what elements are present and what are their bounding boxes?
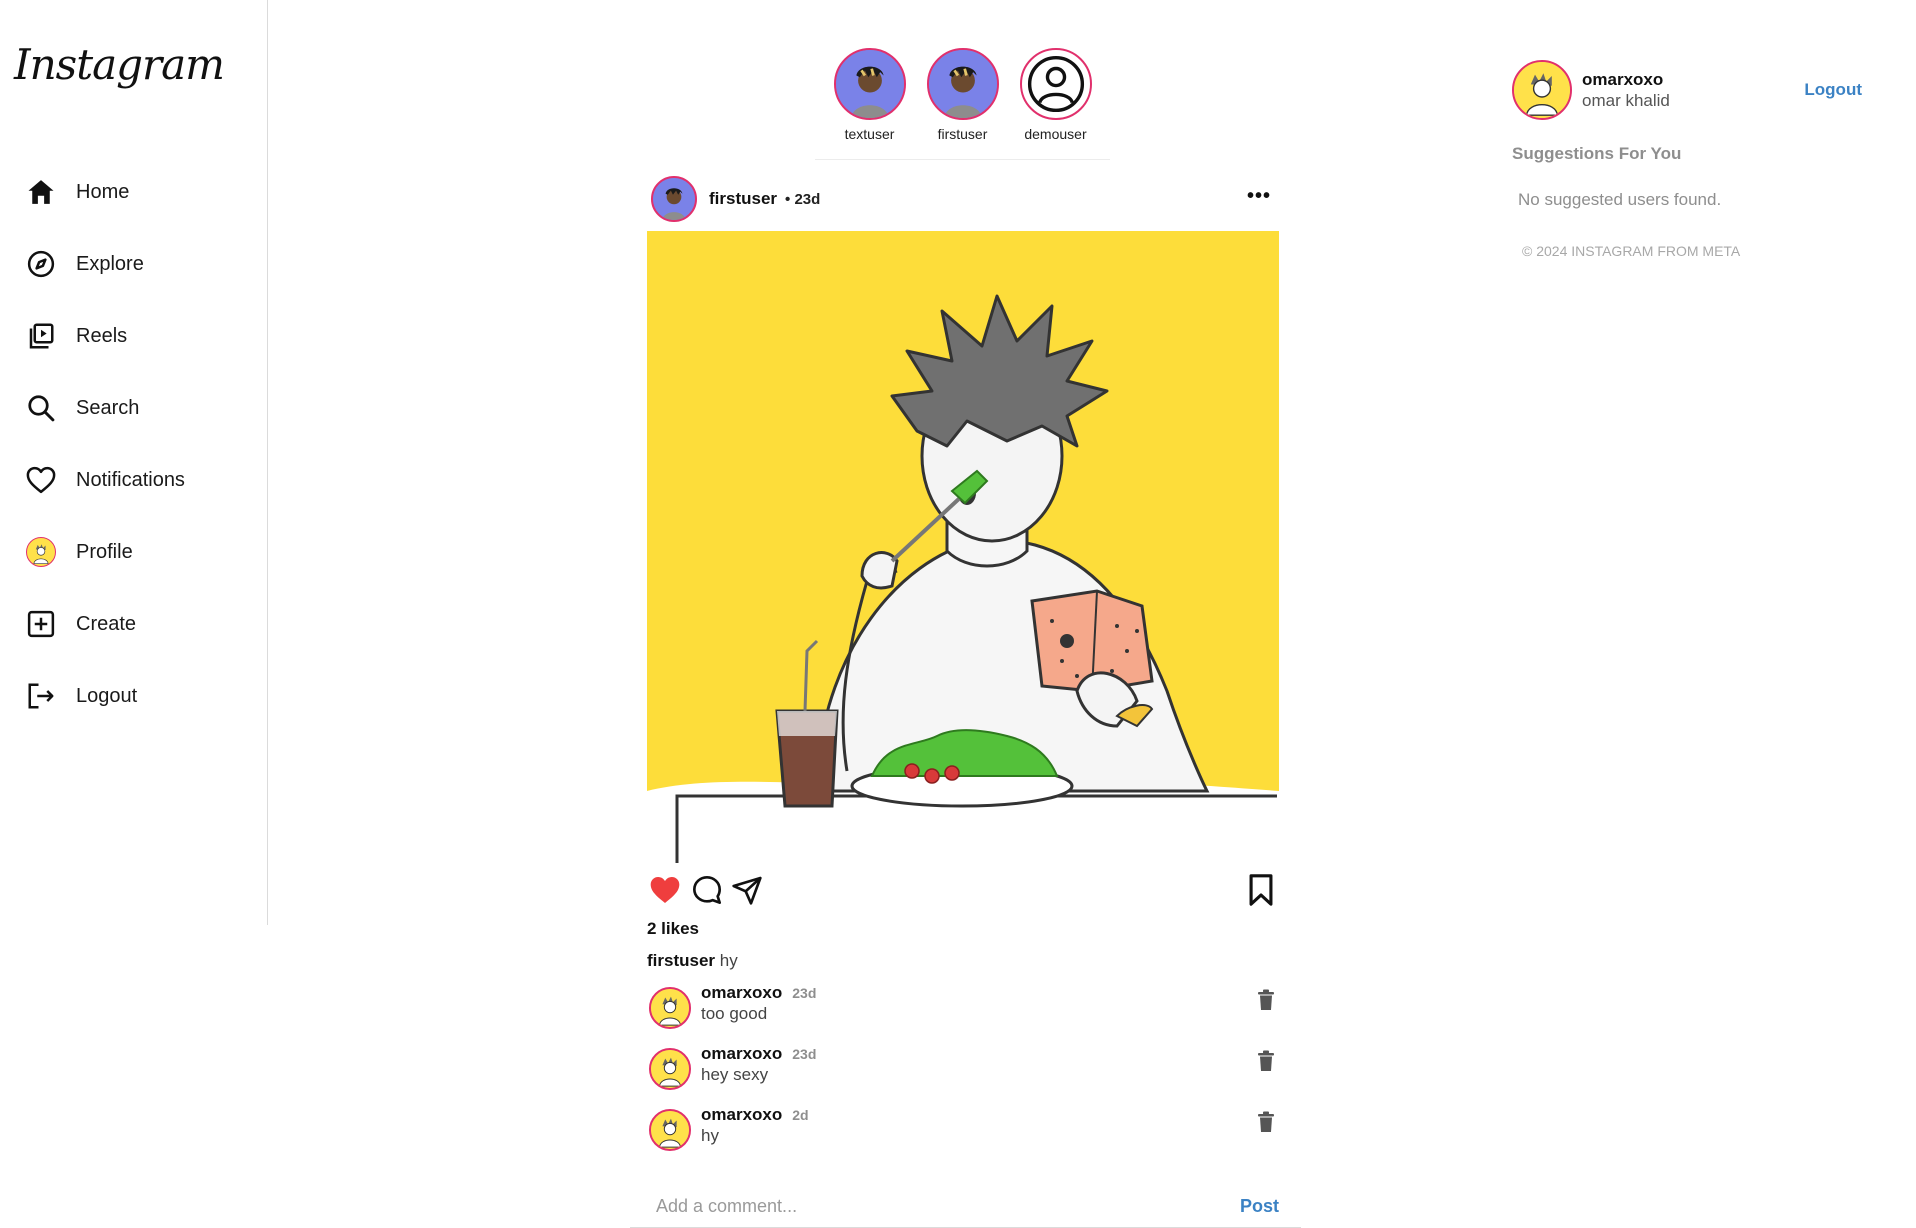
sidebar-item-label: Search [76, 396, 140, 419]
compass-icon [26, 249, 56, 279]
likes-count[interactable]: 2 likes [647, 919, 699, 939]
story-avatar [1019, 48, 1092, 120]
story-avatar [926, 48, 999, 120]
current-user-avatar[interactable] [1512, 60, 1572, 120]
story-item[interactable]: firstuser [923, 48, 1003, 159]
delete-comment-trash-icon[interactable] [1257, 1050, 1277, 1072]
comment-time: 23d [792, 985, 817, 1001]
sidebar-item-logout[interactable]: Logout [0, 660, 268, 732]
sidebar-item-search[interactable]: Search [0, 372, 268, 444]
sidebar-item-label: Notifications [76, 468, 185, 491]
share-send-icon[interactable] [729, 872, 765, 908]
plus-square-icon [26, 609, 56, 639]
comment-text: hey sexy [701, 1065, 769, 1084]
story-username: firstuser [937, 126, 988, 142]
sidebar-item-label: Home [76, 180, 130, 203]
bookmark-icon[interactable] [1243, 872, 1279, 908]
post-caption: firstuser hy [647, 951, 738, 971]
comment-item: omarxoxo 23d hey sexy [649, 1044, 1279, 1105]
post-author-username[interactable]: firstuser [709, 189, 777, 209]
sidebar-item-reels[interactable]: Reels [0, 300, 268, 372]
home-icon [26, 177, 56, 207]
logout-link[interactable]: Logout [1804, 80, 1862, 100]
footer-copyright: © 2024 INSTAGRAM FROM META [1522, 243, 1741, 259]
sidebar-item-label: Logout [76, 684, 138, 707]
sidebar-item-create[interactable]: Create [0, 588, 268, 660]
comment-username[interactable]: omarxoxo [701, 983, 782, 1003]
comments-list: omarxoxo 23d too good omarxoxo 23d hey s… [649, 983, 1279, 1166]
sidebar-item-notifications[interactable]: Notifications [0, 444, 268, 516]
sidebar-item-label: Reels [76, 324, 128, 347]
current-user-username[interactable]: omarxoxo [1582, 70, 1670, 90]
story-avatar [833, 48, 906, 120]
post-comment-button[interactable]: Post [1240, 1196, 1279, 1217]
comment-avatar[interactable] [649, 1048, 691, 1090]
post-author-avatar[interactable] [651, 176, 697, 222]
avatar [26, 537, 56, 567]
comment-input[interactable] [656, 1196, 1240, 1217]
delete-comment-trash-icon[interactable] [1257, 1111, 1277, 1133]
post-timestamp: • 23d [785, 190, 821, 208]
user-placeholder-icon [1027, 55, 1084, 113]
comment-time: 23d [792, 1046, 817, 1062]
add-comment-bar: Post [630, 1186, 1301, 1228]
sidebar-item-label: Profile [76, 540, 133, 563]
sidebar: Instagram Home Explore Reels Search Noti… [0, 0, 268, 925]
more-options-icon[interactable]: ••• [1247, 185, 1271, 208]
reels-icon [26, 321, 56, 351]
story-item[interactable]: textuser [830, 48, 910, 159]
search-icon [26, 393, 56, 423]
delete-comment-trash-icon[interactable] [1257, 989, 1277, 1011]
story-username: demouser [1024, 126, 1087, 142]
comment-item: omarxoxo 2d hy [649, 1105, 1279, 1166]
caption-text: hy [719, 951, 738, 970]
post-header: firstuser • 23d ••• [651, 175, 1281, 223]
current-user-card: omarxoxo omar khalid Logout [1512, 58, 1892, 122]
comment-text: too good [701, 1004, 768, 1023]
comment-item: omarxoxo 23d too good [649, 983, 1279, 1044]
caption-username[interactable]: firstuser [647, 951, 715, 970]
sidebar-item-label: Create [76, 612, 137, 635]
story-item[interactable]: demouser [1016, 48, 1096, 159]
comment-avatar[interactable] [649, 1109, 691, 1151]
suggestions-empty-text: No suggested users found. [1518, 190, 1722, 209]
comment-username[interactable]: omarxoxo [701, 1044, 782, 1064]
stories-bar: textuser firstuser demouser [815, 48, 1110, 160]
heart-icon [26, 465, 56, 495]
instagram-logo[interactable]: Instagram [14, 40, 225, 89]
story-username: textuser [844, 126, 895, 142]
profile-avatar [26, 537, 56, 567]
comment-icon[interactable] [689, 872, 725, 908]
sidebar-item-profile[interactable]: Profile [0, 516, 268, 588]
post-illustration [647, 231, 1279, 863]
comment-time: 2d [792, 1107, 809, 1123]
post-actions [647, 872, 1279, 908]
like-heart-icon[interactable] [647, 872, 683, 908]
sidebar-item-label: Explore [76, 252, 144, 275]
comment-username[interactable]: omarxoxo [701, 1105, 782, 1125]
suggestions-title: Suggestions For You [1512, 144, 1682, 163]
current-user-fullname: omar khalid [1582, 90, 1670, 110]
comment-text: hy [701, 1126, 719, 1145]
sidebar-nav: Home Explore Reels Search Notifications [0, 156, 268, 732]
post-image[interactable] [647, 231, 1279, 863]
logout-icon [26, 681, 56, 711]
sidebar-item-explore[interactable]: Explore [0, 228, 268, 300]
comment-avatar[interactable] [649, 987, 691, 1029]
sidebar-item-home[interactable]: Home [0, 156, 268, 228]
